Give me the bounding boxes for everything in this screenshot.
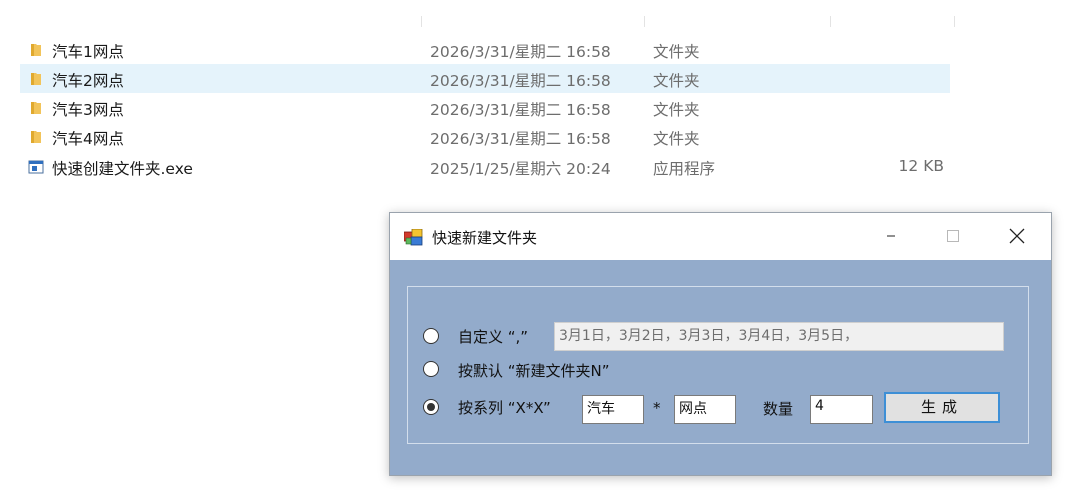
file-type: 应用程序 bbox=[653, 160, 716, 178]
series-label: 按系列 “X*X” bbox=[458, 399, 551, 417]
file-size: 12 KB bbox=[898, 157, 944, 175]
file-type: 文件夹 bbox=[653, 101, 700, 119]
file-name: 汽车3网点 bbox=[52, 101, 124, 119]
count-input[interactable]: 4 bbox=[810, 395, 873, 424]
modified-date: 2026/3/31/星期二 16:58 bbox=[430, 130, 611, 148]
count-label: 数量 bbox=[763, 400, 794, 418]
app-icon bbox=[404, 229, 423, 246]
folder-row[interactable]: 汽车2网点 2026/3/31/星期二 16:58 文件夹 bbox=[20, 64, 950, 93]
folder-row[interactable]: 汽车1网点 2026/3/31/星期二 16:58 文件夹 bbox=[20, 35, 950, 64]
file-row[interactable]: 快速创建文件夹.exe 2025/1/25/星期六 20:24 应用程序 12 KB bbox=[20, 152, 950, 181]
application-icon bbox=[28, 160, 44, 174]
star-symbol: * bbox=[653, 399, 661, 417]
default-label: 按默认 “新建文件夹N” bbox=[458, 362, 610, 380]
file-type: 文件夹 bbox=[653, 43, 700, 61]
file-name: 汽车4网点 bbox=[52, 130, 124, 148]
radio-default[interactable] bbox=[423, 361, 439, 377]
modified-date: 2026/3/31/星期二 16:58 bbox=[430, 72, 611, 90]
file-name: 汽车1网点 bbox=[52, 43, 124, 61]
dialog-client-area: 自定义 “,” 3月1日，3月2日，3月3日，3月4日，3月5日， 按默认 “新… bbox=[390, 260, 1051, 475]
modified-date: 2025/1/25/星期六 20:24 bbox=[430, 160, 611, 178]
custom-input[interactable]: 3月1日，3月2日，3月3日，3月4日，3月5日， bbox=[554, 322, 1004, 351]
window-title: 快速新建文件夹 bbox=[432, 229, 538, 247]
column-separator[interactable] bbox=[830, 16, 831, 27]
close-button[interactable] bbox=[994, 221, 1040, 251]
minimize-icon bbox=[887, 235, 895, 237]
generate-button[interactable]: 生成 bbox=[884, 392, 1000, 423]
series-prefix-input[interactable]: 汽车 bbox=[582, 395, 644, 424]
column-separator[interactable] bbox=[644, 16, 645, 27]
column-separator[interactable] bbox=[954, 16, 955, 27]
custom-label: 自定义 “,” bbox=[458, 328, 529, 346]
modified-date: 2026/3/31/星期二 16:58 bbox=[430, 101, 611, 119]
file-type: 文件夹 bbox=[653, 130, 700, 148]
close-icon bbox=[1009, 228, 1025, 244]
folder-icon bbox=[31, 131, 41, 143]
column-separator[interactable] bbox=[421, 16, 422, 27]
maximize-button[interactable] bbox=[930, 221, 976, 251]
file-type: 文件夹 bbox=[653, 72, 700, 90]
file-name: 汽车2网点 bbox=[52, 72, 124, 90]
folder-icon bbox=[31, 44, 41, 56]
file-name: 快速创建文件夹.exe bbox=[52, 160, 193, 178]
folder-row[interactable]: 汽车4网点 2026/3/31/星期二 16:58 文件夹 bbox=[20, 122, 950, 151]
folder-icon bbox=[31, 73, 41, 85]
folder-icon bbox=[31, 102, 41, 114]
radio-custom[interactable] bbox=[423, 328, 439, 344]
folder-row[interactable]: 汽车3网点 2026/3/31/星期二 16:58 文件夹 bbox=[20, 93, 950, 122]
title-bar[interactable]: 快速新建文件夹 bbox=[390, 213, 1051, 260]
maximize-icon bbox=[947, 230, 959, 242]
options-groupbox: 自定义 “,” 3月1日，3月2日，3月3日，3月4日，3月5日， 按默认 “新… bbox=[407, 286, 1029, 444]
series-suffix-input[interactable]: 网点 bbox=[674, 395, 736, 424]
modified-date: 2026/3/31/星期二 16:58 bbox=[430, 43, 611, 61]
minimize-button[interactable] bbox=[869, 221, 915, 251]
radio-series[interactable] bbox=[423, 399, 439, 415]
quick-folder-dialog: 快速新建文件夹 自定义 “,” 3月1日，3月2日，3月3日，3月4日，3月5日… bbox=[389, 212, 1052, 476]
